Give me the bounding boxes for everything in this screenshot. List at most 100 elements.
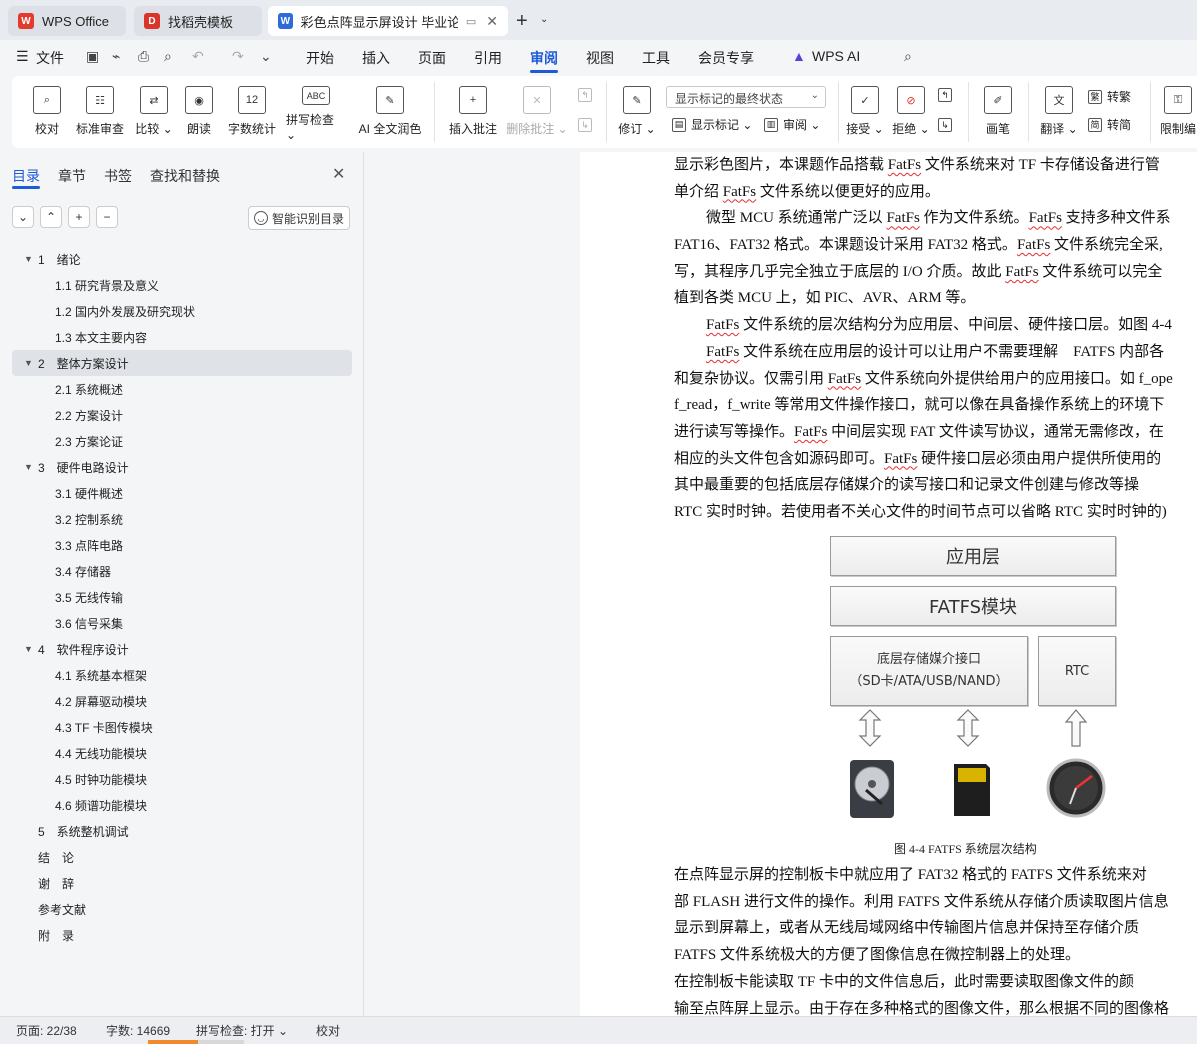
track-changes-button[interactable]: ✎ 修订 ⌄: [616, 82, 658, 142]
collapse-all-button[interactable]: ⌃: [40, 206, 62, 228]
redo-icon[interactable]: ↷: [232, 48, 244, 65]
menu-start[interactable]: 开始: [306, 48, 334, 68]
to-traditional-button[interactable]: 繁 转繁: [1088, 88, 1131, 105]
accept-button[interactable]: ✓ 接受 ⌄: [846, 82, 884, 142]
chevron-down-icon[interactable]: ⌄: [540, 14, 548, 25]
hamburger-icon[interactable]: ☰: [16, 48, 29, 65]
toc-item[interactable]: 参考文献: [12, 896, 352, 922]
toc-item[interactable]: 附 录: [12, 922, 352, 948]
toc-item[interactable]: 3.3 点阵电路: [12, 532, 352, 558]
tab-wps-office[interactable]: W WPS Office: [8, 6, 126, 36]
word-count-indicator[interactable]: 字数: 14669: [106, 1022, 170, 1039]
insert-comment-button[interactable]: + 插入批注: [448, 82, 498, 142]
delete-comment-button[interactable]: ✕ 删除批注 ⌄: [506, 82, 568, 142]
collapse-triangle-icon[interactable]: ▼: [24, 254, 33, 264]
toc-item[interactable]: 3.4 存储器: [12, 558, 352, 584]
menu-wps-ai[interactable]: WPS AI: [812, 48, 860, 64]
nav-tab-find-replace[interactable]: 查找和替换: [150, 166, 220, 186]
prev-comment-icon[interactable]: ↰: [578, 88, 597, 102]
translate-button[interactable]: 文 翻译 ⌄: [1038, 82, 1080, 142]
proof-indicator[interactable]: 校对: [316, 1022, 340, 1039]
toc-item[interactable]: 4.2 屏幕驱动模块: [12, 688, 352, 714]
menu-insert[interactable]: 插入: [362, 48, 390, 68]
tab-template[interactable]: D 找稻壳模板: [134, 6, 262, 36]
toc-item[interactable]: 4.4 无线功能模块: [12, 740, 352, 766]
collapse-triangle-icon[interactable]: ▼: [24, 644, 33, 654]
to-simplified-button[interactable]: 简 转简: [1088, 116, 1131, 133]
toc-list: ▼ 1 绪论 1.1 研究背景及意义 1.2 国内外发展及研究现状 1.3 本文主要内容…: [12, 246, 352, 948]
spell-check-button[interactable]: ABC 拼写检查 ⌄: [286, 82, 346, 142]
toc-item[interactable]: 1.1 研究背景及意义: [12, 272, 352, 298]
toc-item[interactable]: 结 论: [12, 844, 352, 870]
show-markup-button[interactable]: ▤ 显示标记 ⌄: [672, 116, 752, 133]
toc-item[interactable]: 2.1 系统概述: [12, 376, 352, 402]
print-preview-icon[interactable]: ⌕: [164, 48, 172, 65]
toc-item[interactable]: 4.5 时钟功能模块: [12, 766, 352, 792]
toc-item[interactable]: 3.5 无线传输: [12, 584, 352, 610]
toc-item[interactable]: 4.6 频谱功能模块: [12, 792, 352, 818]
close-icon[interactable]: ✕: [486, 13, 498, 30]
markup-display-select[interactable]: 显示标记的最终状态 ⌄: [666, 86, 826, 108]
menu-view[interactable]: 视图: [586, 48, 614, 68]
menu-member[interactable]: 会员专享: [698, 48, 754, 68]
restrict-edit-button[interactable]: ⚿ 限制编: [1158, 82, 1197, 142]
toc-item[interactable]: 谢 辞: [12, 870, 352, 896]
add-heading-button[interactable]: +: [68, 206, 90, 228]
tab-document[interactable]: W 彩色点阵显示屏设计 毕业论文 ▭ ✕: [268, 6, 508, 36]
nav-tab-chapters[interactable]: 章节: [58, 166, 86, 186]
next-change-icon[interactable]: ↳: [938, 118, 957, 132]
remove-heading-button[interactable]: −: [96, 206, 118, 228]
toc-item[interactable]: 2.2 方案设计: [12, 402, 352, 428]
menu-tools[interactable]: 工具: [642, 48, 670, 68]
toc-item[interactable]: 5 系统整机调试: [12, 818, 352, 844]
word-count-button[interactable]: 12 字数统计: [226, 82, 278, 142]
share-icon[interactable]: ⌁: [112, 48, 120, 65]
nav-tab-bookmarks[interactable]: 书签: [104, 166, 132, 186]
expand-all-button[interactable]: ⌄: [12, 206, 34, 228]
pen-button[interactable]: ✐ 画笔: [980, 82, 1016, 142]
toc-item[interactable]: 4.3 TF 卡图传模块: [12, 714, 352, 740]
toc-item[interactable]: ▼ 4 软件程序设计: [12, 636, 352, 662]
menu-file[interactable]: 文件: [36, 48, 64, 68]
up-arrow-icon: [1064, 709, 1088, 747]
document-page[interactable]: 显示彩色图片，本课题作品搭载 FatFs 文件系统来对 TF 卡存储设备进行管单…: [580, 152, 1197, 1016]
insert-comment-icon: +: [459, 86, 487, 114]
smart-toc-button[interactable]: ◡ 智能识别目录: [248, 206, 350, 230]
toc-item[interactable]: 3.1 硬件概述: [12, 480, 352, 506]
print-icon[interactable]: ⎙: [138, 48, 149, 65]
screen-icon[interactable]: ▭: [466, 15, 476, 28]
toc-item[interactable]: ▼ 2 整体方案设计: [12, 350, 352, 376]
toc-item[interactable]: ▼ 1 绪论: [12, 246, 352, 272]
search-icon[interactable]: ⌕: [904, 48, 912, 65]
toc-item[interactable]: 1.3 本文主要内容: [12, 324, 352, 350]
review-pane-button[interactable]: ▥ 审阅 ⌄: [764, 116, 820, 133]
toc-item[interactable]: ▼ 3 硬件电路设计: [12, 454, 352, 480]
toc-item[interactable]: 1.2 国内外发展及研究现状: [12, 298, 352, 324]
paragraph-line: 部 FLASH 进行文件的操作。利用 FATFS 文件系统从存储介质读取图片信息: [674, 889, 1169, 916]
menu-review[interactable]: 审阅: [530, 48, 558, 68]
standard-review-button[interactable]: ☷ 标准审查: [74, 82, 126, 142]
next-comment-icon[interactable]: ↳: [578, 118, 597, 132]
read-aloud-button[interactable]: ◉ 朗读: [184, 82, 214, 142]
save-icon[interactable]: ▣: [86, 48, 99, 65]
ai-polish-button[interactable]: ✎ AI 全文润色: [356, 82, 424, 142]
compare-button[interactable]: ⇄ 比较 ⌄: [134, 82, 174, 142]
nav-tab-toc[interactable]: 目录: [12, 166, 40, 186]
reject-button[interactable]: ⊘ 拒绝 ⌄: [892, 82, 930, 142]
toc-item[interactable]: 4.1 系统基本框架: [12, 662, 352, 688]
toc-item[interactable]: 2.3 方案论证: [12, 428, 352, 454]
new-tab-icon[interactable]: +: [516, 10, 528, 33]
undo-icon[interactable]: ↶: [192, 48, 204, 65]
page-indicator[interactable]: 页面: 22/38: [16, 1022, 77, 1039]
menu-page[interactable]: 页面: [418, 48, 446, 68]
spell-check-indicator[interactable]: 拼写检查: 打开 ⌄: [196, 1022, 288, 1039]
toc-item[interactable]: 3.6 信号采集: [12, 610, 352, 636]
prev-change-icon[interactable]: ↰: [938, 88, 957, 102]
proofread-button[interactable]: ⌕ 校对: [32, 82, 62, 142]
toc-item[interactable]: 3.2 控制系统: [12, 506, 352, 532]
more-chevron-icon[interactable]: ⌄: [260, 48, 272, 65]
collapse-triangle-icon[interactable]: ▼: [24, 358, 33, 368]
menu-reference[interactable]: 引用: [474, 48, 502, 68]
collapse-triangle-icon[interactable]: ▼: [24, 462, 33, 472]
close-panel-icon[interactable]: ✕: [332, 164, 345, 184]
